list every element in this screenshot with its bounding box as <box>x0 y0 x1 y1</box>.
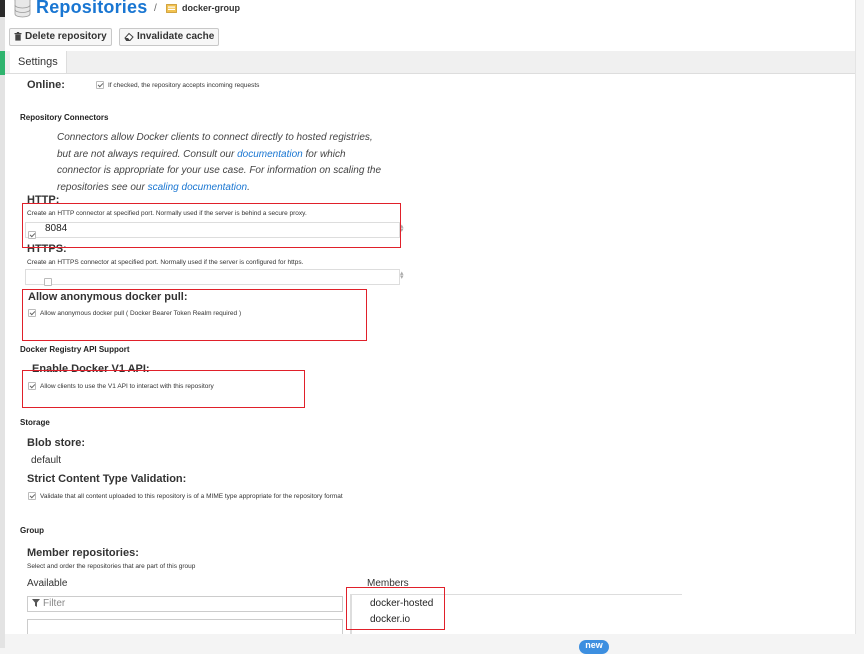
tab-bar: Settings <box>5 51 855 74</box>
repository-group-icon <box>166 4 177 13</box>
highlight-http-box <box>22 203 401 248</box>
highlight-members-box <box>346 587 445 630</box>
strict-validation-label: Strict Content Type Validation: <box>27 473 187 485</box>
page-header: Repositories / docker-group <box>5 0 855 22</box>
database-icon <box>14 0 31 18</box>
available-filter-input[interactable]: Filter <box>27 596 343 612</box>
available-list[interactable] <box>27 619 343 634</box>
online-checkbox-row[interactable]: If checked, the repository accepts incom… <box>96 81 259 89</box>
api-support-heading: Docker Registry API Support <box>20 345 130 354</box>
online-checkbox[interactable] <box>96 81 104 89</box>
online-label: Online: <box>27 79 65 91</box>
tab-settings[interactable]: Settings <box>10 51 67 73</box>
breadcrumb-current: docker-group <box>182 3 241 13</box>
breadcrumb-separator: / <box>154 3 157 14</box>
group-heading: Group <box>20 526 44 535</box>
https-help-text: Create an HTTPS connector at specified p… <box>27 259 304 266</box>
settings-form: Online: If checked, the repository accep… <box>5 73 855 634</box>
member-repositories-label: Member repositories: <box>27 547 139 559</box>
delete-repository-label: Delete repository <box>25 31 107 42</box>
member-repositories-help: Select and order the repositories that a… <box>27 563 196 570</box>
eraser-icon <box>124 32 134 41</box>
highlight-anonymous-pull-box <box>22 289 367 341</box>
strict-validation-checkbox-text: Validate that all content uploaded to th… <box>40 492 343 500</box>
repository-settings-panel: Repositories / docker-group Delete repos… <box>5 0 856 634</box>
page-title[interactable]: Repositories <box>36 0 147 18</box>
new-badge[interactable]: new <box>579 640 609 654</box>
connectors-desc-text-3: . <box>247 181 250 193</box>
scaling-documentation-link[interactable]: scaling documentation <box>148 182 248 193</box>
https-port-field[interactable] <box>25 269 400 285</box>
filter-icon <box>32 599 40 607</box>
connectors-heading: Repository Connectors <box>20 113 109 122</box>
delete-repository-button[interactable]: Delete repository <box>9 28 112 46</box>
strict-validation-checkbox-row[interactable]: Validate that all content uploaded to th… <box>28 492 343 500</box>
online-checkbox-text: If checked, the repository accepts incom… <box>108 81 260 89</box>
storage-heading: Storage <box>20 418 50 427</box>
strict-validation-checkbox[interactable] <box>28 492 36 500</box>
highlight-v1-api-box <box>22 370 305 408</box>
invalidate-cache-button[interactable]: Invalidate cache <box>119 28 220 46</box>
available-label: Available <box>27 578 68 589</box>
trash-icon <box>14 32 22 41</box>
invalidate-cache-label: Invalidate cache <box>137 31 215 42</box>
available-filter-placeholder: Filter <box>43 598 66 609</box>
connectors-description: Connectors allow Docker clients to conne… <box>57 130 382 196</box>
documentation-link[interactable]: documentation <box>237 149 303 160</box>
https-port-spinner[interactable]: ▴ ▾ <box>400 270 404 281</box>
https-enable-checkbox[interactable] <box>44 278 53 286</box>
blob-store-label: Blob store: <box>27 437 86 449</box>
blob-store-value: default <box>31 455 62 466</box>
